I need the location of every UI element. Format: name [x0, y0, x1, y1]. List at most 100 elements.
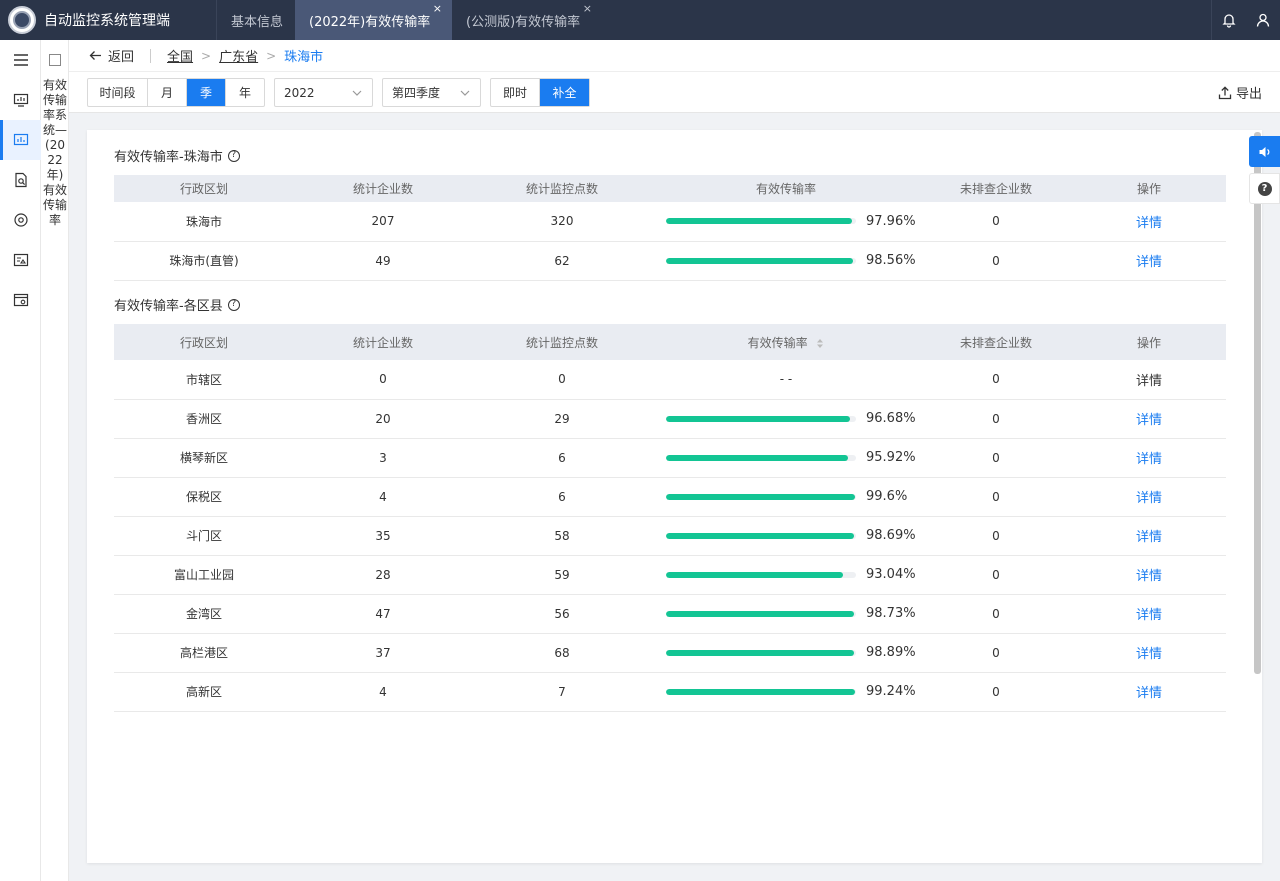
unchecked-cell: 0 [920, 202, 1072, 242]
table-row: 珠海市 207 320 97.96% 0 详情 [114, 202, 1226, 242]
sidebar-item-config[interactable] [0, 280, 41, 320]
breadcrumb-item-national[interactable]: 全国 [167, 46, 193, 65]
sort-icon[interactable] [816, 338, 824, 349]
speaker-icon [1259, 146, 1269, 157]
back-button[interactable]: 返回 [89, 46, 134, 65]
bar-chart-icon [13, 133, 28, 146]
sidebar-item-monitor[interactable] [0, 80, 41, 120]
rate-cell: 98.69% [652, 516, 920, 556]
vertical-title: 有效传输率系统—(2022年)有效传输率 [43, 78, 68, 227]
period-option-month[interactable]: 月 [148, 79, 187, 106]
help-icon[interactable]: ? [227, 298, 240, 311]
vertical-scrollbar[interactable] [1254, 132, 1261, 674]
progress-bar [666, 454, 856, 461]
details-link[interactable]: 详情 [1072, 633, 1226, 673]
column-header-sortable[interactable]: 有效传输率 [652, 324, 920, 360]
collapse-panel-icon[interactable] [49, 54, 61, 66]
points-cell: 7 [472, 672, 652, 712]
period-option-quarter[interactable]: 季 [187, 79, 226, 106]
tab-transmission-rate-2022[interactable]: (2022年)有效传输率 × [295, 0, 452, 40]
column-header: 行政区划 [114, 175, 294, 202]
tab-label: (公测版)有效传输率 [466, 14, 581, 30]
table-row: 保税区 4 6 99.6% 0 详情 [114, 477, 1226, 517]
rate-cell: 97.96% [652, 202, 920, 242]
announcement-button[interactable] [1249, 136, 1280, 167]
rate-percent: 95.92% [866, 450, 916, 465]
rate-percent: 98.69% [866, 528, 916, 543]
help-button[interactable]: ? [1249, 173, 1280, 204]
table-header-row: 行政区划 统计企业数 统计监控点数 有效传输率 未排查企业数 操作 [114, 175, 1226, 202]
sidebar-item-records[interactable] [0, 240, 41, 280]
unchecked-cell: 0 [920, 633, 1072, 673]
export-button[interactable]: 导出 [1218, 83, 1262, 102]
rate-percent: 97.96% [866, 213, 916, 229]
close-icon[interactable]: × [583, 2, 592, 15]
rate-progress: 99.6% [652, 489, 920, 504]
column-header: 行政区划 [114, 324, 294, 360]
rate-progress: 97.96% [652, 214, 920, 229]
details-link[interactable]: 详情 [1072, 672, 1226, 712]
points-cell: 59 [472, 555, 652, 595]
rate-progress: 98.73% [652, 606, 920, 621]
document-search-icon [14, 172, 27, 188]
details-link[interactable]: 详情 [1072, 516, 1226, 556]
details-link[interactable]: 详情 [1072, 555, 1226, 595]
mode-option-realtime[interactable]: 即时 [491, 79, 540, 106]
column-header: 未排查企业数 [920, 175, 1072, 202]
region-cell: 高新区 [114, 672, 294, 712]
sidebar-item-search-report[interactable] [0, 160, 41, 200]
unchecked-cell: 0 [920, 438, 1072, 478]
top-right-actions [1211, 0, 1280, 40]
unchecked-cell: 0 [920, 594, 1072, 634]
progress-bar-fill [666, 415, 850, 422]
column-header: 统计企业数 [294, 324, 472, 360]
arrow-left-icon [89, 51, 101, 60]
rate-cell: 98.73% [652, 594, 920, 634]
breadcrumb-item-city: 珠海市 [284, 50, 324, 65]
details-link[interactable]: 详情 [1072, 241, 1226, 281]
period-segmented-control: 时间段 月 季 年 [87, 78, 265, 107]
period-option-year[interactable]: 年 [226, 79, 264, 106]
bell-icon[interactable] [1212, 0, 1246, 40]
column-header: 有效传输率 [652, 175, 920, 202]
tab-basic-info[interactable]: 基本信息 [217, 0, 295, 40]
app-title: 自动监控系统管理端 [44, 13, 170, 29]
rate-percent: 93.04% [866, 567, 916, 582]
companies-cell: 35 [294, 516, 472, 556]
rate-cell: 96.68% [652, 399, 920, 439]
help-icon[interactable]: ? [227, 149, 240, 162]
rate-progress: 98.56% [652, 253, 920, 268]
city-table: 行政区划 统计企业数 统计监控点数 有效传输率 未排查企业数 操作 珠海市 207… [114, 175, 1226, 281]
close-icon[interactable]: × [433, 2, 442, 15]
progress-bar [666, 649, 856, 656]
mode-option-complete[interactable]: 补全 [540, 79, 589, 106]
progress-bar-fill [666, 218, 853, 225]
table-row: 斗门区 35 58 98.69% 0 详情 [114, 516, 1226, 556]
details-link[interactable]: 详情 [1072, 399, 1226, 439]
chevron-right-icon: > [266, 48, 277, 63]
back-label: 返回 [108, 50, 135, 65]
rate-percent: 99.24% [866, 684, 916, 699]
breadcrumb-item-province[interactable]: 广东省 [219, 46, 258, 65]
divider [150, 48, 152, 63]
details-link[interactable]: 详情 [1072, 438, 1226, 478]
tab-transmission-rate-beta[interactable]: (公测版)有效传输率 × [452, 0, 602, 40]
points-cell: 320 [472, 202, 652, 242]
sidebar-item-settings[interactable] [0, 200, 41, 240]
menu-toggle-icon[interactable] [0, 40, 41, 80]
region-cell: 市辖区 [114, 360, 294, 400]
progress-bar-fill [666, 649, 854, 656]
sidebar-item-statistics[interactable] [0, 120, 41, 160]
quarter-select[interactable]: 第四季度 [382, 78, 481, 107]
user-icon[interactable] [1246, 0, 1280, 40]
companies-cell: 4 [294, 477, 472, 517]
year-select[interactable]: 2022 [274, 78, 373, 107]
period-option-range[interactable]: 时间段 [88, 79, 148, 106]
details-link[interactable]: 详情 [1072, 477, 1226, 517]
section-title-text: 有效传输率-珠海市 [114, 150, 223, 165]
region-cell: 香洲区 [114, 399, 294, 439]
rate-progress: 99.24% [652, 684, 920, 699]
details-link[interactable]: 详情 [1072, 202, 1226, 242]
table-row: 横琴新区 3 6 95.92% 0 详情 [114, 438, 1226, 478]
details-link[interactable]: 详情 [1072, 594, 1226, 634]
